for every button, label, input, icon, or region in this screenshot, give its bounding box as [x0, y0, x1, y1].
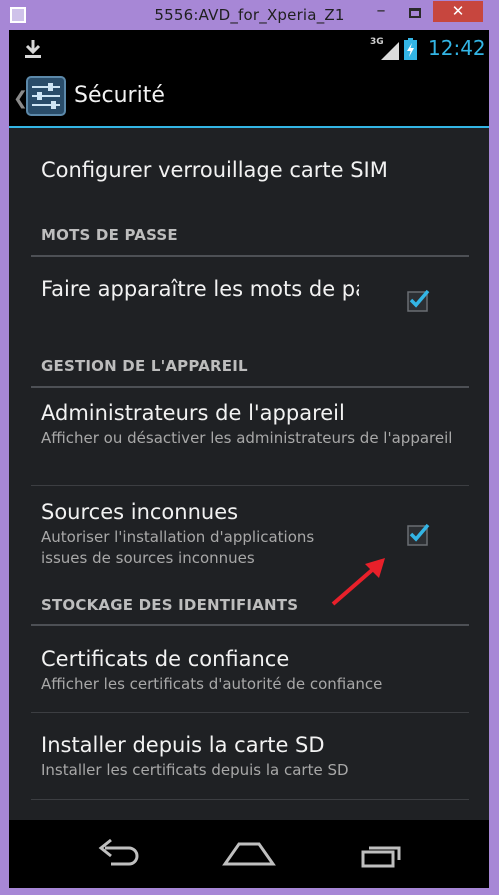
window-maximize-button[interactable]: [400, 4, 430, 24]
maximize-icon: [409, 8, 421, 18]
recent-apps-icon[interactable]: [355, 834, 411, 874]
list-divider: [31, 799, 469, 800]
list-item-title: Certificats de confiance: [41, 647, 290, 671]
navigation-bar: [9, 820, 489, 888]
category-divider: [31, 624, 469, 626]
battery-charging-icon: [404, 38, 417, 60]
list-item-title: Installer depuis la carte SD: [41, 733, 325, 757]
settings-list[interactable]: Configurer verrouillage carte SIM MOTS D…: [9, 128, 489, 820]
list-item-title: Configurer verrouillage carte SIM: [41, 158, 388, 182]
list-item-summary: Afficher les certificats d'autorité de c…: [41, 675, 383, 693]
category-header-device-admin: GESTION DE L'APPAREIL: [41, 357, 248, 375]
status-bar: 3G 12:42: [9, 30, 489, 68]
window-frame-bottom: [0, 888, 499, 895]
list-item-title: Administrateurs de l'appareil: [41, 401, 345, 425]
list-item-title: Faire apparaître les mots de passe: [41, 277, 359, 301]
list-item-title: Sources inconnues: [41, 500, 239, 524]
page-title: Sécurité: [74, 83, 165, 108]
settings-sliders-icon: [26, 76, 66, 116]
list-item-summary: Afficher ou désactiver les administrateu…: [41, 429, 453, 447]
window-close-button[interactable]: ✕: [433, 1, 483, 22]
list-divider: [31, 485, 469, 486]
list-item-summary: Installer les certificats depuis la cart…: [41, 761, 349, 779]
device-screen: 3G 12:42 ❮ Sécurité Configurer verrouill…: [9, 30, 489, 888]
list-item-install-from-sd[interactable]: Installer depuis la carte SD Installer l…: [41, 733, 469, 781]
list-item-device-administrators[interactable]: Administrateurs de l'appareil Afficher o…: [41, 401, 469, 449]
window-frame-right: [489, 30, 499, 888]
action-bar[interactable]: ❮ Sécurité: [9, 68, 489, 126]
window-frame-left: [0, 30, 9, 888]
unknown-sources-checkbox[interactable]: [407, 522, 431, 546]
window-titlebar: 5556:AVD_for_Xperia_Z1 – ✕: [0, 0, 499, 30]
status-clock: 12:42: [428, 36, 486, 60]
list-item-summary: Autoriser l'installation d'applications …: [41, 528, 315, 567]
category-divider: [31, 386, 469, 388]
list-item-trusted-certificates[interactable]: Certificats de confiance Afficher les ce…: [41, 647, 469, 695]
category-header-passwords: MOTS DE PASSE: [41, 226, 178, 244]
category-divider: [31, 255, 469, 257]
list-item-show-passwords[interactable]: Faire apparaître les mots de passe: [41, 277, 359, 301]
signal-icon: [381, 42, 399, 60]
list-divider: [31, 712, 469, 713]
window-minimize-button[interactable]: –: [366, 2, 396, 24]
category-header-credential-storage: STOCKAGE DES IDENTIFIANTS: [41, 596, 299, 614]
home-icon[interactable]: [221, 834, 277, 874]
download-icon: [25, 40, 41, 58]
list-item-sim-lock[interactable]: Configurer verrouillage carte SIM: [41, 158, 469, 182]
show-passwords-checkbox[interactable]: [407, 288, 431, 312]
back-icon[interactable]: [91, 834, 147, 874]
list-item-unknown-sources[interactable]: Sources inconnues Autoriser l'installati…: [41, 500, 359, 569]
annotation-arrow-icon: [331, 558, 385, 606]
